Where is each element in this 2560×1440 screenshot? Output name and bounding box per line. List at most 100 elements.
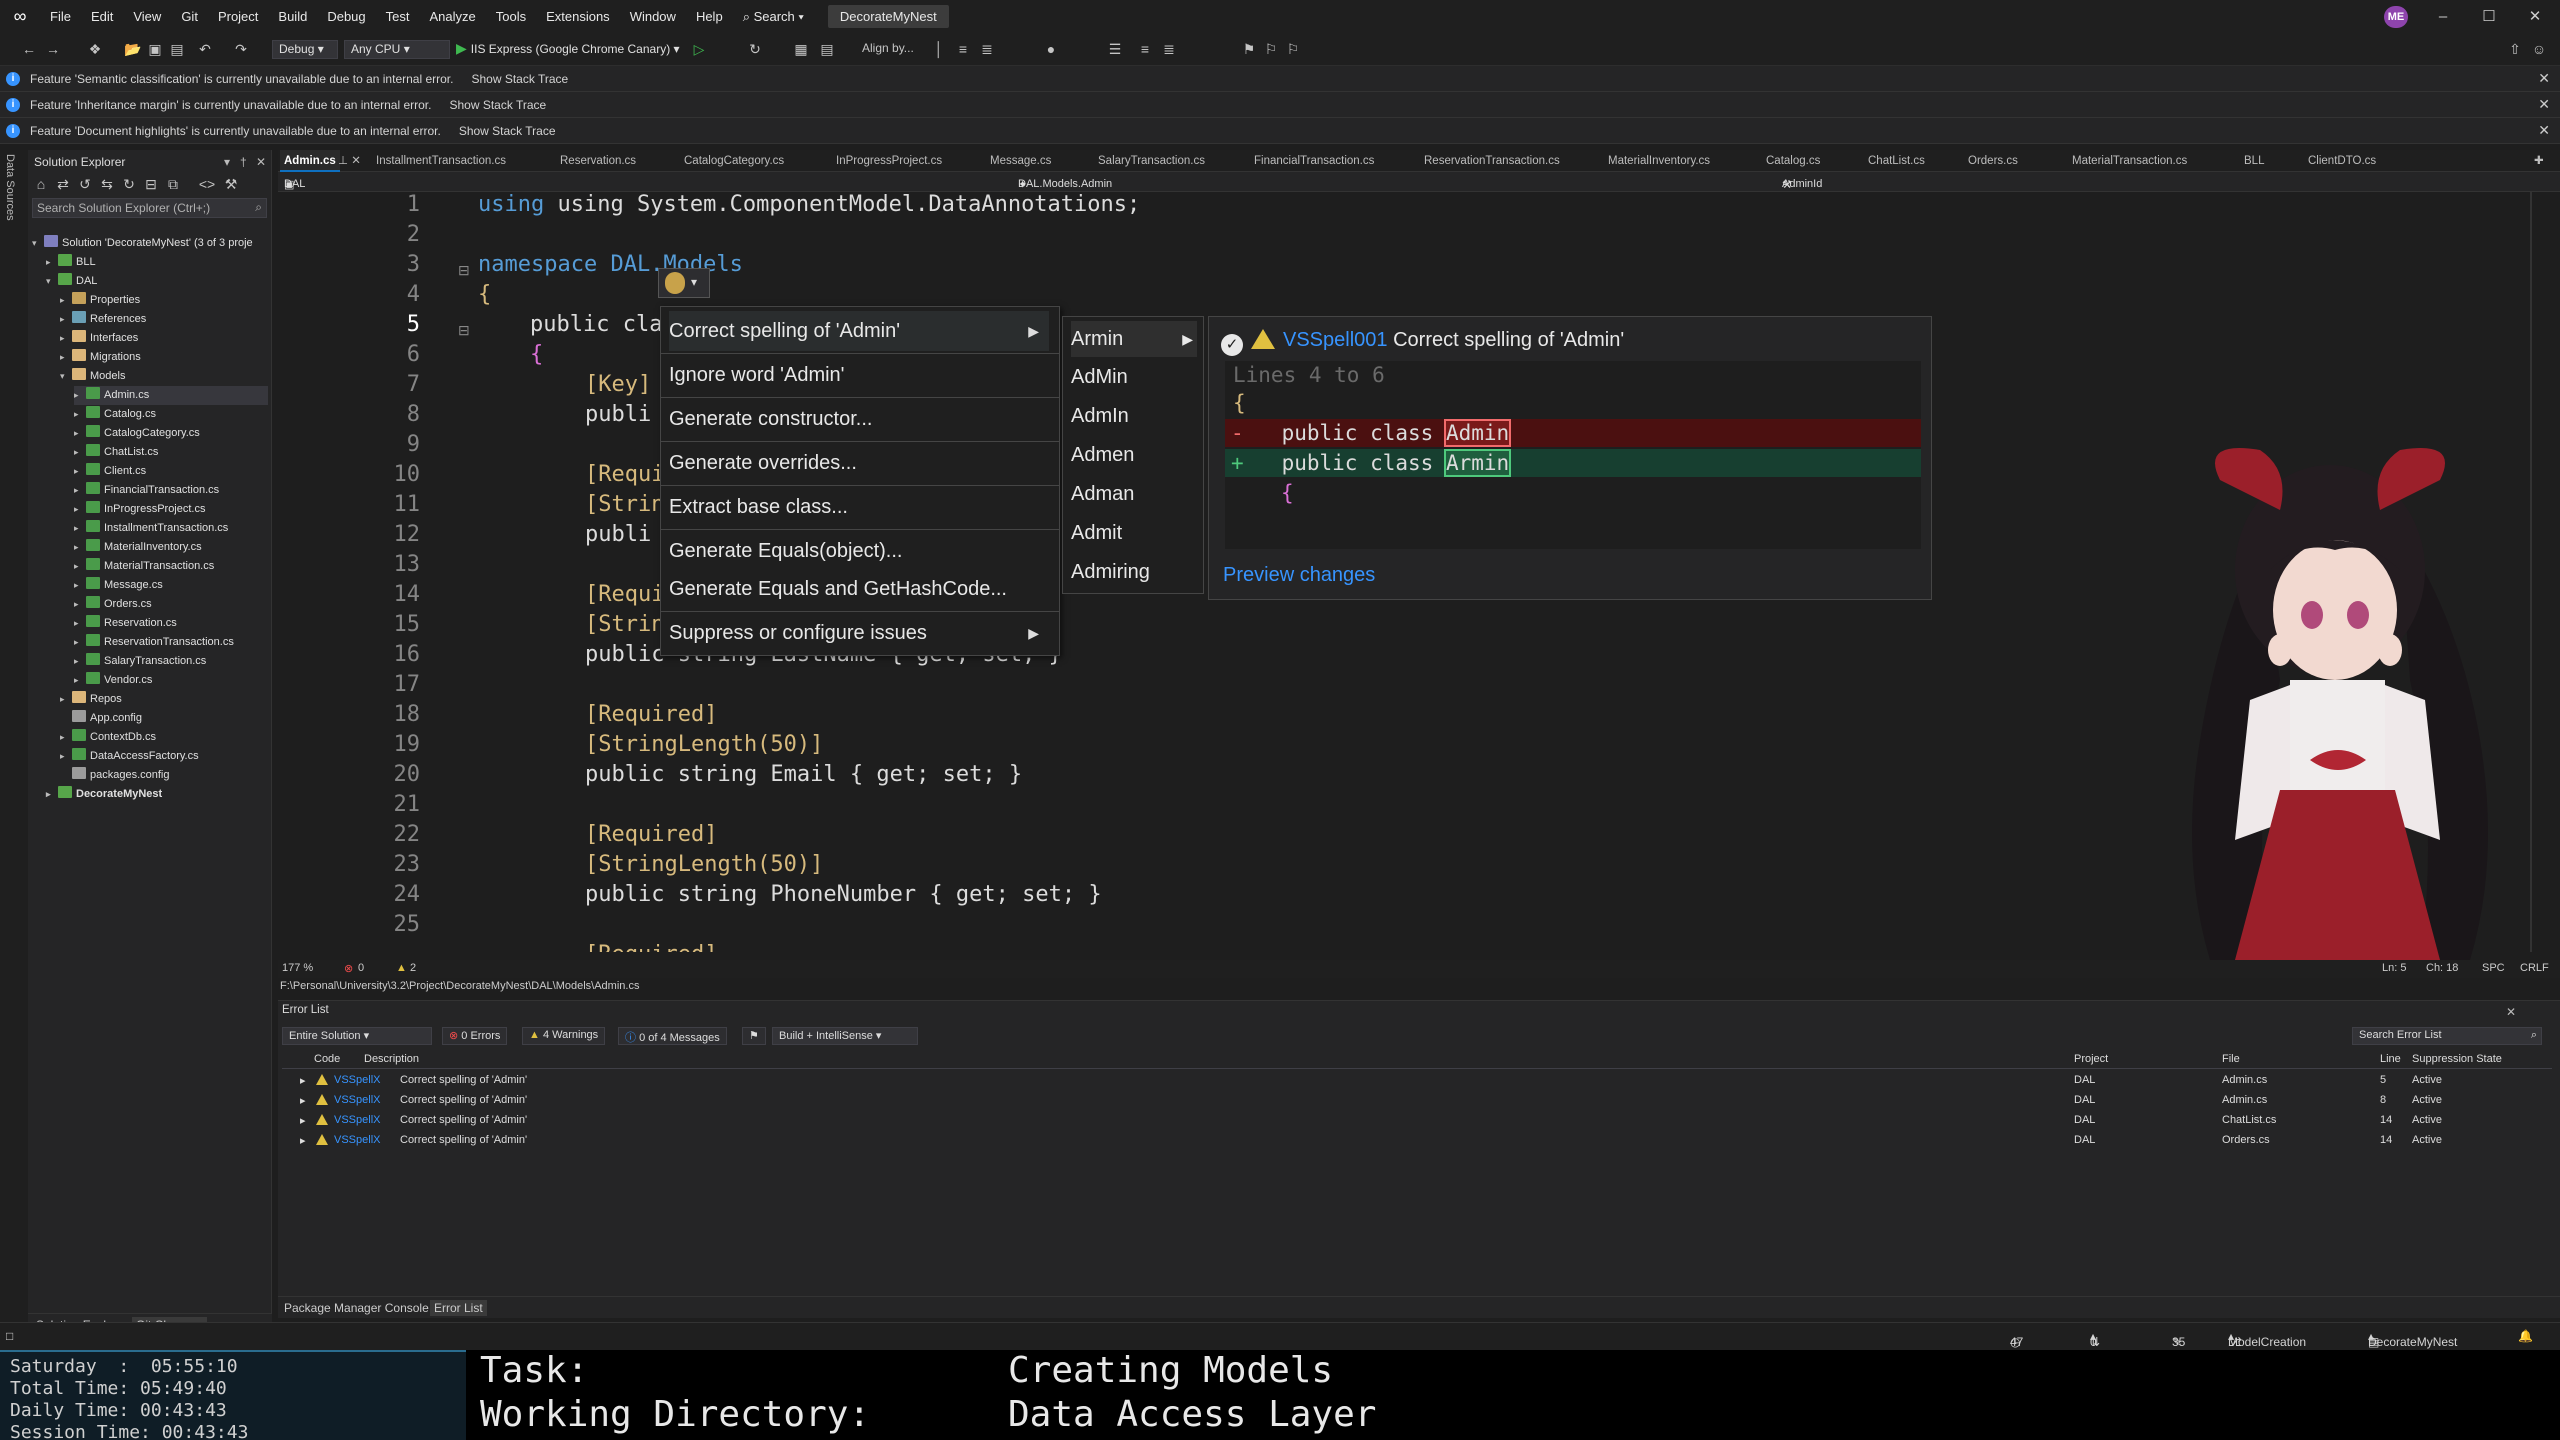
chevron-right-icon[interactable]: ▸ — [74, 481, 86, 500]
chevron-right-icon[interactable]: ▸ — [60, 348, 72, 367]
sync-status[interactable]: ⇅ 0 / 0 ▴ — [2090, 1329, 2100, 1377]
header-project[interactable]: Project — [2074, 1053, 2108, 1065]
folder-references[interactable]: ▸ References — [60, 310, 268, 329]
close-icon[interactable]: ✕ — [2538, 70, 2550, 87]
cell-code[interactable]: VSSpellX — [334, 1074, 380, 1086]
open-icon[interactable]: 📂 — [124, 40, 142, 58]
suggestion-admen[interactable]: Admen — [1071, 437, 1197, 473]
collapse-all-icon[interactable]: ⊟ — [142, 175, 160, 193]
tree-item[interactable]: ▸ Admin.cs — [74, 386, 268, 405]
uncomment-icon[interactable]: ≣ — [1160, 40, 1178, 58]
menu-build[interactable]: Build — [268, 0, 317, 33]
forward-icon[interactable]: → — [44, 40, 62, 58]
suggestion-admiring[interactable]: Admiring — [1071, 554, 1197, 590]
tree-item[interactable]: ▸ MaterialTransaction.cs — [74, 557, 268, 576]
vertical-scrollbar[interactable] — [2530, 192, 2532, 952]
error-scope-dropdown[interactable]: Entire Solution ▾ — [282, 1027, 432, 1045]
tab-reservationtransaction-cs[interactable]: ReservationTransaction.cs — [1424, 150, 1560, 172]
char-indicator[interactable]: Ch: 18 — [2426, 962, 2458, 974]
folder-migrations[interactable]: ▸ Migrations — [60, 348, 268, 367]
maximize-icon[interactable]: ☐ — [2466, 0, 2512, 33]
chevron-right-icon[interactable]: ▸ — [60, 310, 72, 329]
menu-analyze[interactable]: Analyze — [419, 0, 485, 33]
close-tab-icon[interactable]: ⊥ ✕ — [338, 150, 361, 172]
chevron-right-icon[interactable]: ▸ — [74, 557, 86, 576]
visual-studio-logo-icon[interactable]: ∞ — [0, 0, 40, 33]
tree-item[interactable]: ▸ MaterialInventory.cs — [74, 538, 268, 557]
tree-item[interactable]: ▸ Client.cs — [74, 462, 268, 481]
chevron-right-icon[interactable]: ▸ — [74, 538, 86, 557]
project-dal[interactable]: ▾ DAL — [46, 272, 268, 291]
header-suppression-state[interactable]: Suppression State — [2412, 1053, 2502, 1065]
undo-icon[interactable]: ↶ — [196, 40, 214, 58]
project-bll[interactable]: ▸ BLL — [46, 253, 268, 272]
tab-inprogressproject-cs[interactable]: InProgressProject.cs — [836, 150, 942, 172]
chevron-down-icon[interactable]: ▾ — [60, 367, 72, 386]
chevron-right-icon[interactable]: ▸ — [60, 329, 72, 348]
tree-item[interactable]: ▸ InProgressProject.cs — [74, 500, 268, 519]
chevron-right-icon[interactable]: ▸ — [74, 519, 86, 538]
menu-item-generate-overrides[interactable]: Generate overrides... — [669, 443, 1049, 483]
save-icon[interactable]: ▣ — [146, 40, 164, 58]
tab-installmenttransaction-cs[interactable]: InstallmentTransaction.cs — [376, 150, 506, 172]
prev-bookmark-icon[interactable]: ⚐ — [1262, 40, 1280, 58]
tab-salarytransaction-cs[interactable]: SalaryTransaction.cs — [1098, 150, 1205, 172]
chevron-right-icon[interactable]: ▸ — [300, 1074, 306, 1087]
tree-item[interactable]: ▸ Vendor.cs — [74, 671, 268, 690]
run-button[interactable]: ▶ IIS Express (Google Chrome Canary) ▾ — [456, 40, 680, 57]
tree-item[interactable]: ▸ InstallmentTransaction.cs — [74, 519, 268, 538]
tree-item[interactable]: ▸ FinancialTransaction.cs — [74, 481, 268, 500]
close-icon[interactable]: ✕ — [2538, 122, 2550, 139]
table-row[interactable]: ▸ VSSpellX Correct spelling of 'Admin' DAL O… — [282, 1131, 2552, 1151]
feedback-icon[interactable]: ☺ — [2530, 40, 2548, 58]
tree-item[interactable]: App.config — [60, 709, 268, 728]
tab-error-list[interactable]: Error List — [430, 1300, 487, 1316]
fold-toggle-icon[interactable]: ⊟ — [458, 322, 470, 339]
preview-changes-link[interactable]: Preview changes — [1223, 564, 1375, 587]
tab-clientdto-cs[interactable]: ClientDTO.cs — [2308, 150, 2376, 172]
search-menu[interactable]: ⌕ Search ▾ — [733, 9, 814, 25]
home-icon[interactable]: ⌂ — [32, 175, 50, 193]
line-ending-indicator[interactable]: CRLF — [2520, 962, 2549, 974]
chevron-right-icon[interactable]: ▸ — [300, 1094, 306, 1107]
menu-file[interactable]: File — [40, 0, 81, 33]
chevron-right-icon[interactable]: ▸ — [74, 443, 86, 462]
tab-financialtransaction-cs[interactable]: FinancialTransaction.cs — [1254, 150, 1374, 172]
solution-search-input[interactable]: Search Solution Explorer (Ctrl+;) ⌕ — [32, 198, 267, 218]
chevron-right-icon[interactable]: ▸ — [74, 633, 86, 652]
chevron-right-icon[interactable]: ▸ — [74, 576, 86, 595]
show-stack-trace-link[interactable]: Show Stack Trace — [471, 72, 568, 86]
breakpoint-icon[interactable]: ● — [1042, 40, 1060, 58]
tab-orders-cs[interactable]: Orders.cs — [1968, 150, 2018, 172]
menu-edit[interactable]: Edit — [81, 0, 123, 33]
chevron-right-icon[interactable]: ▸ — [74, 424, 86, 443]
tab-admin-cs[interactable]: Admin.cs — [280, 150, 340, 172]
share-icon[interactable]: ⇧ — [2506, 40, 2524, 58]
chevron-right-icon[interactable]: ▸ — [60, 291, 72, 310]
tree-item[interactable]: ▸ ContextDb.cs — [60, 728, 268, 747]
pin-icon[interactable]: ▾ — [224, 150, 230, 174]
warnings-filter-button[interactable]: ▲ 4 Warnings — [522, 1027, 606, 1045]
tab-catalog-cs[interactable]: Catalog.cs — [1766, 150, 1820, 172]
format-icon[interactable]: ☰ — [1106, 40, 1124, 58]
menu-item-generate-constructor[interactable]: Generate constructor... — [669, 399, 1049, 439]
close-icon[interactable]: ✕ — [2512, 0, 2558, 33]
suggestion-armin[interactable]: Armin ▶ — [1071, 321, 1197, 357]
chevron-down-icon[interactable]: ▾ — [46, 272, 58, 291]
tab-overflow-icon[interactable]: ✚ — [2534, 150, 2544, 172]
menu-item-ignore-word[interactable]: Ignore word 'Admin' — [669, 355, 1049, 395]
chevron-right-icon[interactable]: ▸ — [74, 671, 86, 690]
redo-icon[interactable]: ↷ — [232, 40, 250, 58]
save-all-icon[interactable]: ▤ — [168, 40, 186, 58]
tab-package-manager-console[interactable]: Package Manager Console — [280, 1300, 433, 1316]
pin-icon[interactable]: † — [240, 150, 247, 174]
tree-item[interactable]: ▸ ChatList.cs — [74, 443, 268, 462]
chevron-right-icon[interactable]: ▸ — [46, 785, 58, 804]
close-icon[interactable]: ✕ — [2538, 96, 2550, 113]
chevron-right-icon[interactable]: ▸ — [74, 405, 86, 424]
tree-item[interactable]: ▸ DecorateMyNest — [46, 785, 268, 804]
cell-code[interactable]: VSSpellX — [334, 1114, 380, 1126]
menu-window[interactable]: Window — [620, 0, 686, 33]
fold-toggle-icon[interactable]: ⊟ — [458, 262, 470, 279]
zoom-level[interactable]: 177 % — [282, 962, 313, 974]
